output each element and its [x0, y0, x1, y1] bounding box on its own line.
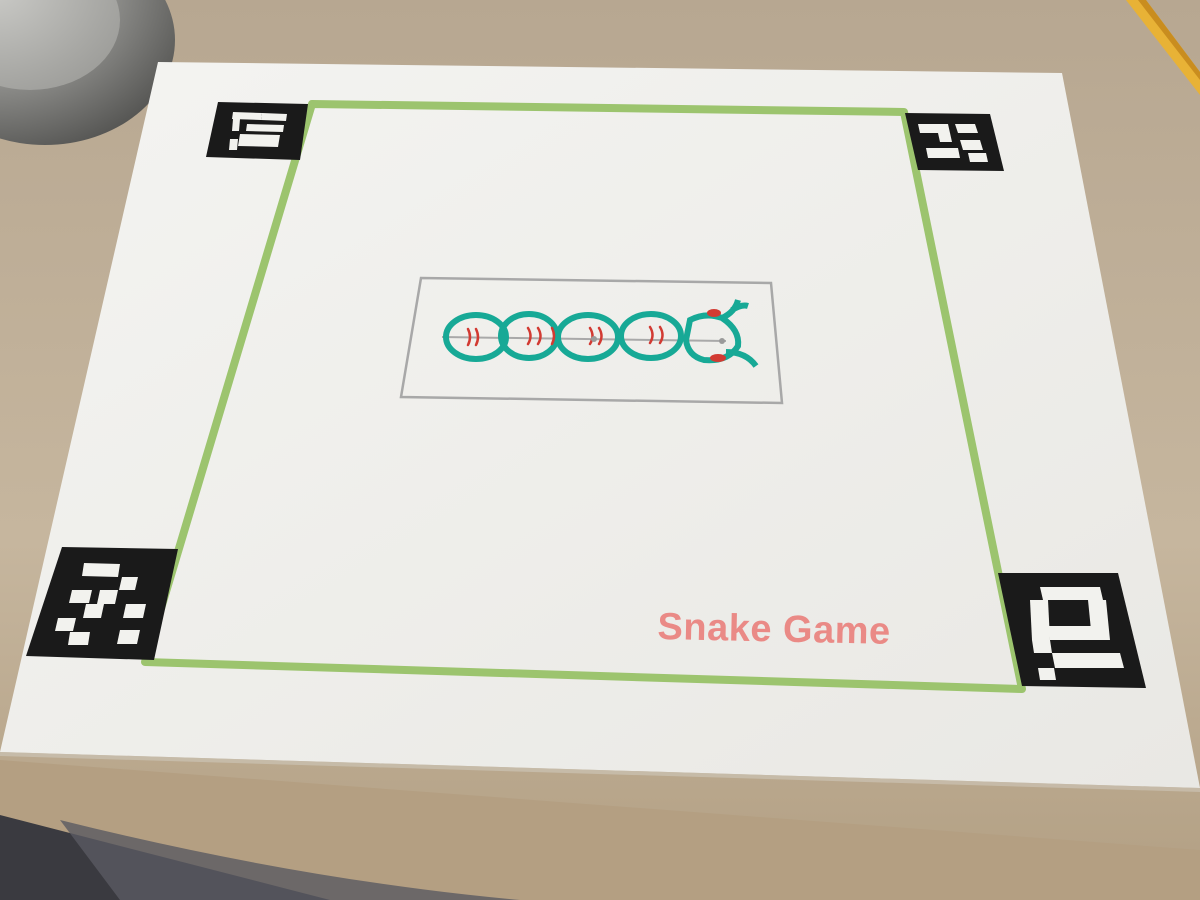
- scene-drawing: [0, 0, 1200, 900]
- marker-top-right-icon: [905, 113, 1004, 171]
- snake-eye: [707, 309, 721, 317]
- paper-caption: Snake Game: [657, 606, 892, 653]
- marker-top-left-icon: [206, 102, 308, 160]
- photo-scene: Snake Game: [0, 0, 1200, 900]
- snake-eye: [710, 354, 726, 362]
